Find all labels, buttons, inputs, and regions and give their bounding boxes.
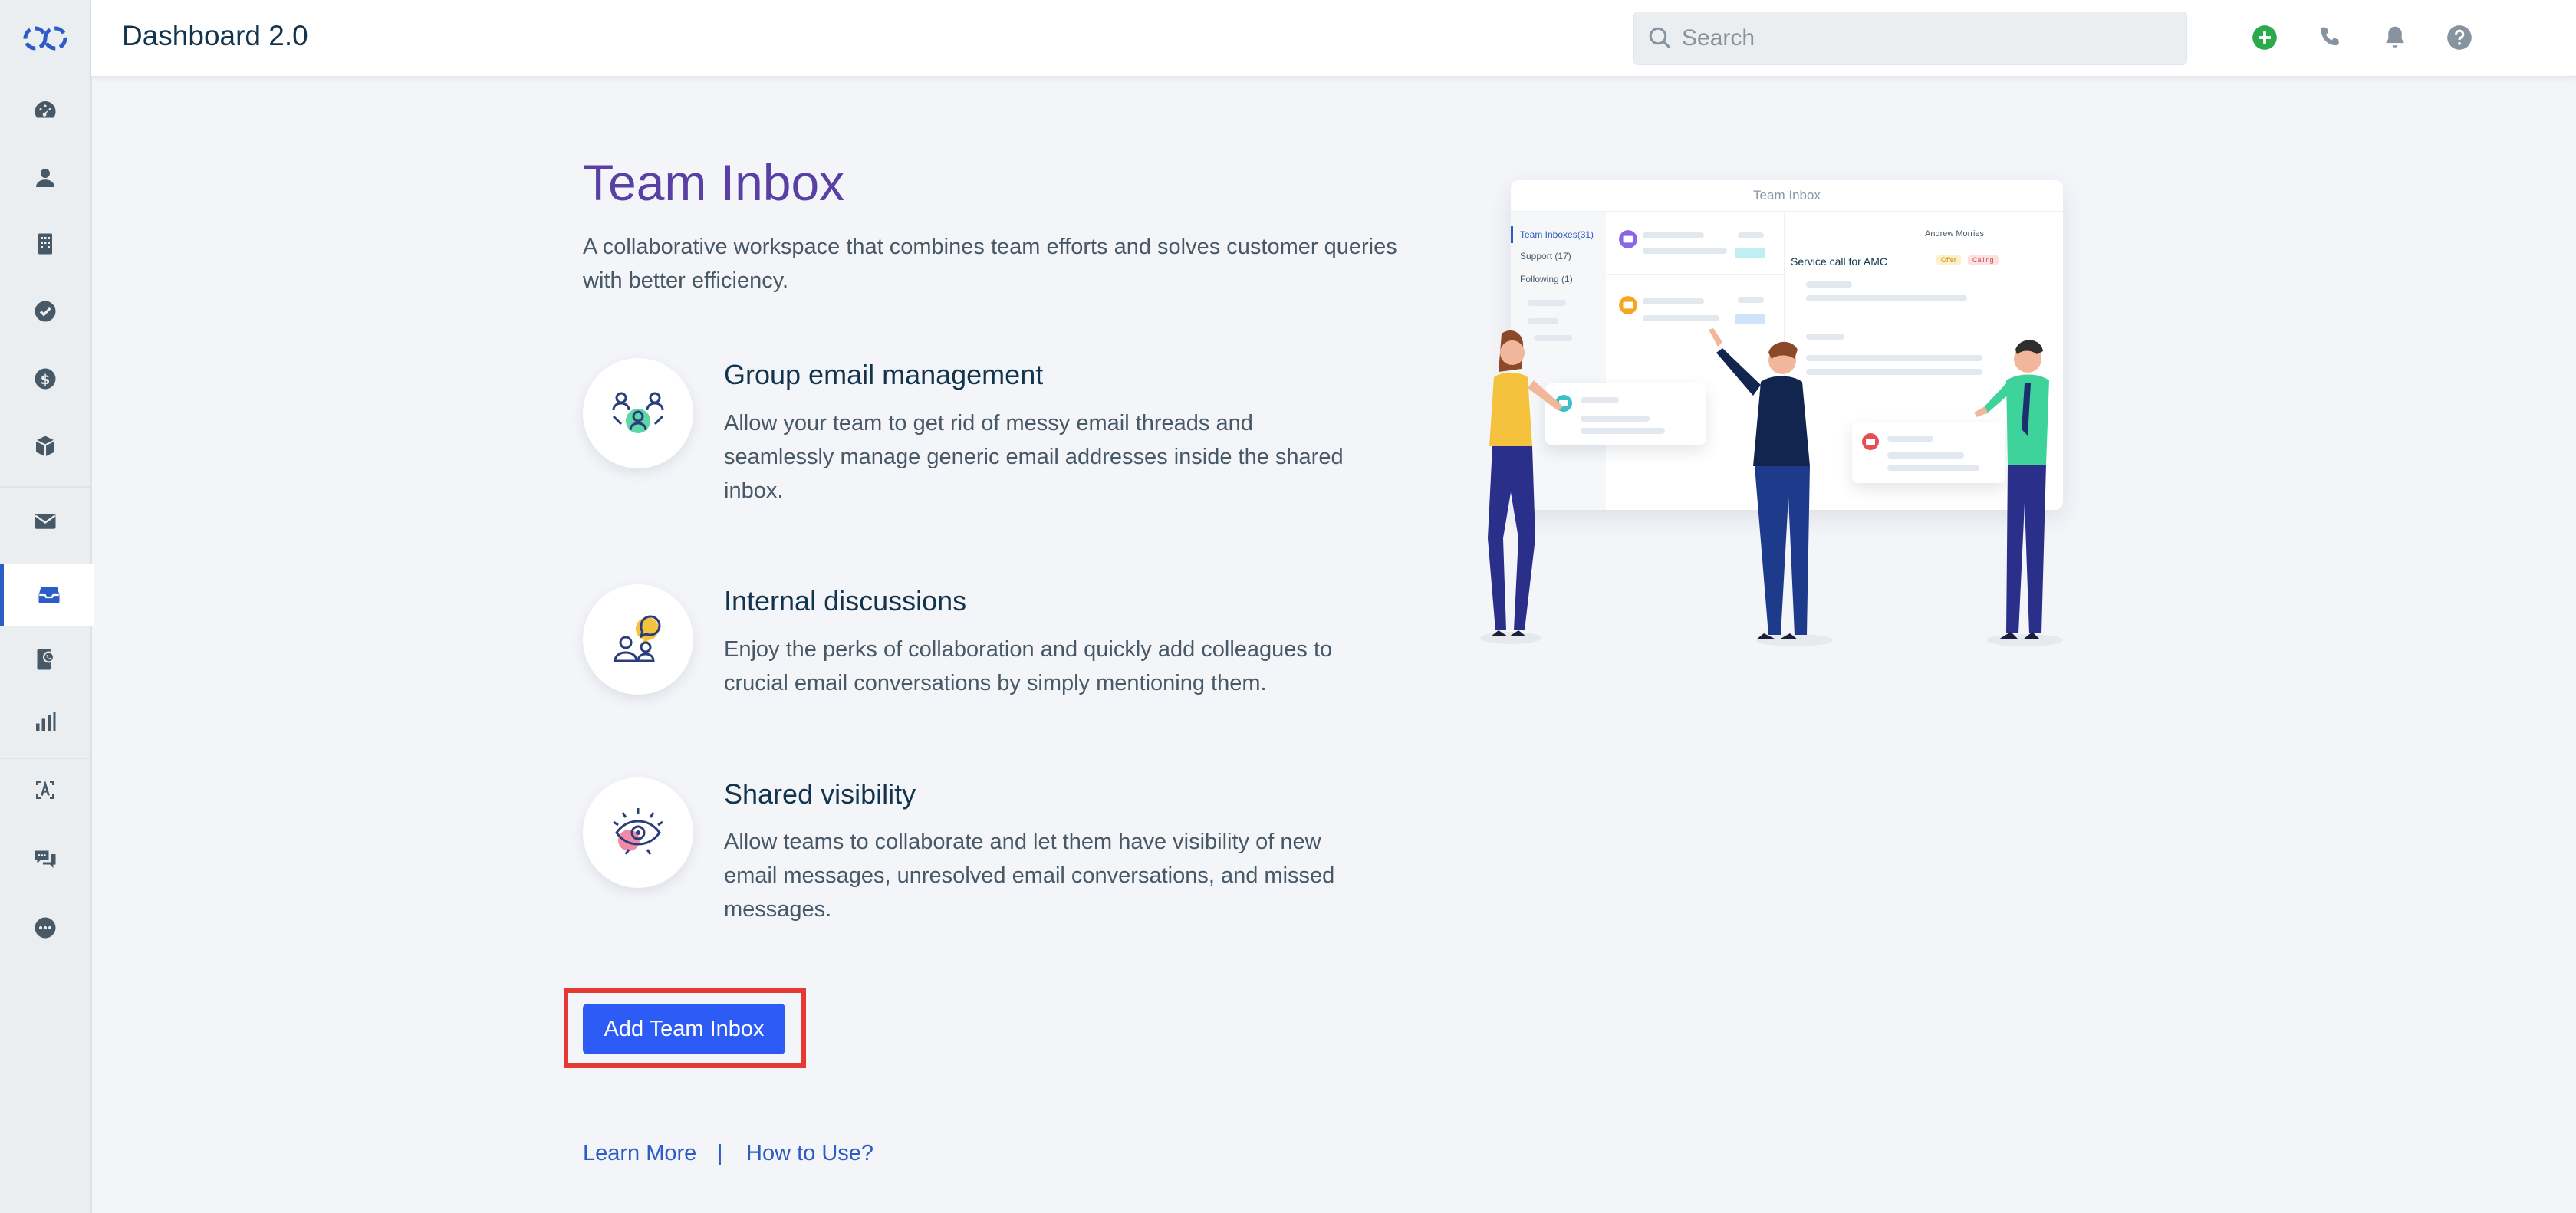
sidebar-item-reports[interactable] [0, 692, 90, 753]
mockup-side-item: Team Inboxes(31) [1520, 229, 1594, 240]
mockup-tag: Calling [1968, 255, 1999, 265]
mockup-agent-name: Andrew Morries [1925, 229, 1985, 238]
companies-icon [38, 233, 52, 255]
products-icon [35, 436, 55, 457]
how-to-use-link[interactable]: How to Use? [746, 1141, 873, 1166]
notification-bell-icon[interactable] [2380, 23, 2410, 52]
sidebar-item-phone-book[interactable] [0, 629, 90, 690]
team-inbox-icon [38, 587, 60, 603]
app-logo-icon[interactable] [20, 23, 71, 54]
feature-title: Internal discussions [724, 585, 967, 616]
feature-icon-circle [583, 777, 693, 888]
feature-description: Allow your team to get rid of messy emai… [724, 411, 1344, 503]
team-inbox-illustration: Team Inbox Team Inboxes(31) Support (17)… [1465, 176, 2094, 652]
top-header: Dashboard 2.0 Search [91, 0, 2576, 77]
link-separator: | [717, 1141, 723, 1165]
sidebar-item-team-inbox[interactable] [0, 564, 94, 626]
mail-badge-icon [1619, 230, 1637, 248]
more-icon [35, 917, 56, 939]
sidebar-item-mail[interactable] [0, 491, 90, 552]
chat-icon [35, 850, 56, 868]
mockup-tag: Offer [1936, 255, 1961, 265]
search-placeholder: Search [1682, 25, 1755, 51]
mockup-detail-title: Service call for AMC [1791, 255, 1888, 268]
contacts-icon [36, 169, 54, 187]
mockup-title: Team Inbox [1511, 180, 2063, 212]
mail-icon [35, 514, 56, 529]
dashboard-icon [35, 100, 56, 118]
learn-more-link[interactable]: Learn More [583, 1141, 696, 1166]
feature-description: Enjoy the perks of collaboration and qui… [724, 637, 1333, 695]
sidebar-item-dashboard[interactable] [0, 80, 90, 141]
reports-icon [36, 712, 56, 731]
sidebar-item-automation[interactable] [0, 759, 90, 820]
add-team-inbox-button[interactable]: Add Team Inbox [583, 1004, 785, 1054]
sidebar-item-deals[interactable]: $ [0, 348, 90, 409]
feature-icon-circle [583, 584, 693, 695]
sidebar-item-contacts[interactable] [0, 147, 90, 209]
sidebar-item-products[interactable] [0, 416, 90, 477]
sidebar-divider [0, 486, 90, 488]
add-new-icon[interactable] [2250, 23, 2279, 52]
search-icon [1649, 27, 1671, 49]
people-illustration [1480, 328, 2063, 646]
section-title: Team Inbox [583, 154, 845, 211]
sidebar-item-more[interactable] [0, 897, 90, 958]
page-title: Dashboard 2.0 [122, 20, 308, 51]
phone-icon[interactable] [2315, 23, 2344, 52]
phone-book-icon [37, 649, 54, 670]
group-email-icon [612, 392, 664, 433]
help-icon[interactable] [2445, 23, 2474, 52]
deals-icon: $ [35, 368, 56, 390]
mail-badge-icon [1619, 296, 1637, 314]
mockup-active-marker [1511, 226, 1513, 243]
left-sidebar: $ [0, 0, 94, 1213]
sidebar-item-tasks[interactable] [0, 281, 90, 342]
tasks-icon [35, 301, 56, 322]
svg-text:$: $ [41, 372, 51, 388]
sidebar-item-chat[interactable] [0, 828, 90, 889]
section-intro: A collaborative workspace that combines … [583, 235, 1397, 293]
mockup-side-item: Following (1) [1520, 274, 1573, 284]
feature-title: Shared visibility [724, 778, 916, 810]
mockup-side-item: Support (17) [1520, 251, 1571, 261]
sidebar-item-companies[interactable] [0, 213, 90, 274]
automation-icon [36, 780, 54, 799]
search-input[interactable]: Search [1633, 12, 2187, 65]
feature-title: Group email management [724, 359, 1044, 390]
discussion-icon [614, 615, 661, 662]
feature-description: Allow teams to collaborate and let them … [724, 830, 1335, 922]
feature-icon-circle [583, 358, 693, 468]
visibility-eye-icon [613, 808, 663, 855]
